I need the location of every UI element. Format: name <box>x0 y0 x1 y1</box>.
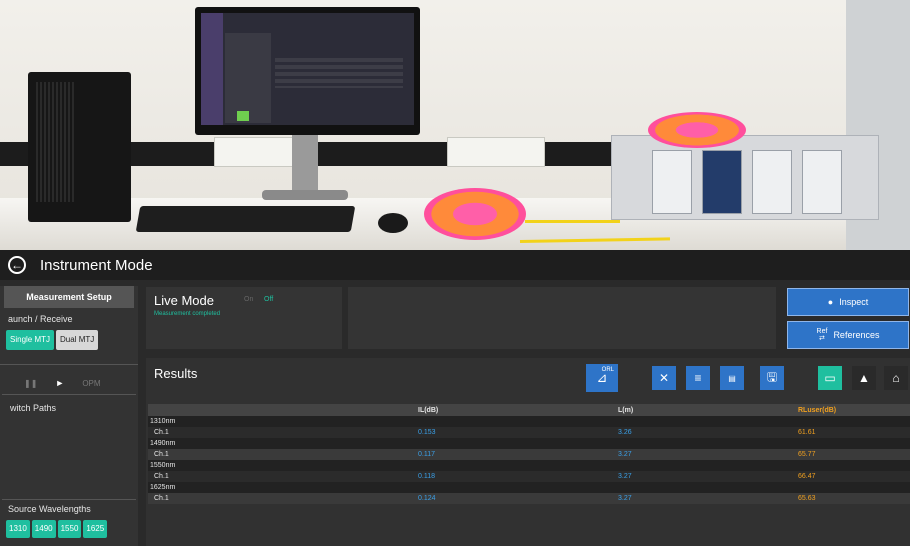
inspect-icon: ● <box>827 297 834 307</box>
switch-paths-label: witch Paths <box>10 403 57 413</box>
orl-icon: ORL <box>601 367 614 373</box>
orl-button[interactable]: ORL ⊿ <box>586 364 618 392</box>
live-mode-panel: Live Mode On Off Measurement completed <box>146 287 342 349</box>
keyboard <box>135 206 356 232</box>
fiber-spool <box>648 112 746 148</box>
save-button[interactable]: 🖫 <box>760 366 784 390</box>
play-icon[interactable]: ► <box>55 378 64 388</box>
source-wavelengths-label: Source Wavelengths <box>8 504 91 514</box>
table-row[interactable]: Ch.1 0.117 3.27 65.77 <box>148 449 910 460</box>
table-header: IL(dB) L(m) RLuser(dB) <box>148 404 910 416</box>
view-button[interactable]: ▭ <box>818 366 842 390</box>
info-panel <box>348 287 776 349</box>
wavelength-row: 1625nm <box>148 482 910 493</box>
lab-photo <box>0 0 910 250</box>
opm-row: ❚❚ ► OPM <box>24 371 138 395</box>
monitor <box>195 7 420 135</box>
fiber-spool <box>424 188 526 240</box>
single-mtj-button[interactable]: Single MTJ <box>6 330 55 350</box>
pause-icon[interactable]: ❚❚ <box>24 379 37 388</box>
mt-mode-group: Single MTJ Dual MTJ <box>6 330 138 350</box>
table-row[interactable]: Ch.1 0.153 3.26 61.61 <box>148 427 910 438</box>
list-button[interactable]: ≡ <box>686 366 710 390</box>
switch-paths-box: witch Paths <box>2 394 136 500</box>
power-outlet <box>214 137 294 167</box>
wavelength-row: 1550nm <box>148 460 910 471</box>
references-label: References <box>833 330 880 340</box>
measurement-setup-panel: Measurement Setup aunch / Receive Single… <box>0 286 138 546</box>
window-icon: ▭ <box>824 371 836 385</box>
power-outlet <box>447 137 545 167</box>
title-bar: ← Instrument Mode <box>0 250 910 280</box>
wavelength-row: 1490nm <box>148 438 910 449</box>
clear-button[interactable]: ✕ <box>652 366 676 390</box>
setup-header: Measurement Setup <box>4 286 134 308</box>
opm-label[interactable]: OPM <box>82 379 100 388</box>
close-icon: ✕ <box>658 371 670 385</box>
divider <box>0 364 138 365</box>
page-title: Instrument Mode <box>40 256 153 274</box>
test-instrument <box>611 135 879 220</box>
desktop-tower <box>28 72 131 222</box>
column-header: RLuser(dB) <box>658 404 910 416</box>
live-mode-label: Live Mode <box>154 293 214 308</box>
report-icon: ▤ <box>728 373 736 383</box>
launch-receive-label: aunch / Receive <box>8 314 73 324</box>
save-icon: 🖫 <box>766 369 778 384</box>
inspect-label: Inspect <box>839 297 869 307</box>
results-title: Results <box>154 366 198 381</box>
dual-mtj-button[interactable]: Dual MTJ <box>56 330 99 350</box>
status-text: Measurement completed <box>154 311 221 317</box>
wavelength-buttons: 1310 1490 1550 1625 <box>6 520 108 538</box>
wavelength-1625-button[interactable]: 1625 <box>83 520 108 538</box>
references-icon: Ref ⇄ <box>816 328 828 342</box>
battery-button[interactable]: ⌂ <box>884 366 908 390</box>
warning-icon: ▲ <box>858 371 870 385</box>
monitor-stand-base <box>262 190 348 200</box>
monitor-stand <box>292 135 318 195</box>
report-button[interactable]: ▤ <box>720 366 744 390</box>
back-arrow-icon[interactable]: ← <box>8 256 26 274</box>
column-header: IL(dB) <box>288 404 468 416</box>
results-panel: Results ORL ⊿ ✕ ≡ ▤ 🖫 ▭ ▲ ⌂ IL(dB) L(m) … <box>146 358 910 546</box>
wavelength-1490-button[interactable]: 1490 <box>31 520 56 538</box>
warning-button[interactable]: ▲ <box>852 366 876 390</box>
inspect-button[interactable]: ● Inspect <box>787 288 909 316</box>
live-off-toggle[interactable]: Off <box>264 296 273 303</box>
column-header <box>148 404 288 416</box>
column-header: L(m) <box>468 404 658 416</box>
live-on-toggle[interactable]: On <box>244 296 253 303</box>
table-row[interactable]: Ch.1 0.124 3.27 65.63 <box>148 493 910 504</box>
monitor-screen <box>201 13 414 125</box>
wavelength-1550-button[interactable]: 1550 <box>57 520 82 538</box>
fiber-cable <box>525 220 620 223</box>
instrument-app: ← Instrument Mode Measurement Setup aunc… <box>0 250 910 546</box>
battery-icon: ⌂ <box>892 371 900 385</box>
wavelength-1310-button[interactable]: 1310 <box>6 520 30 538</box>
table-row[interactable]: Ch.1 0.118 3.27 66.47 <box>148 471 910 482</box>
results-table: IL(dB) L(m) RLuser(dB) 1310nm Ch.1 0.153… <box>148 404 910 504</box>
mouse <box>378 213 408 233</box>
list-icon: ≡ <box>694 371 702 385</box>
references-button[interactable]: Ref ⇄ References <box>787 321 909 349</box>
wavelength-row: 1310nm <box>148 416 910 427</box>
